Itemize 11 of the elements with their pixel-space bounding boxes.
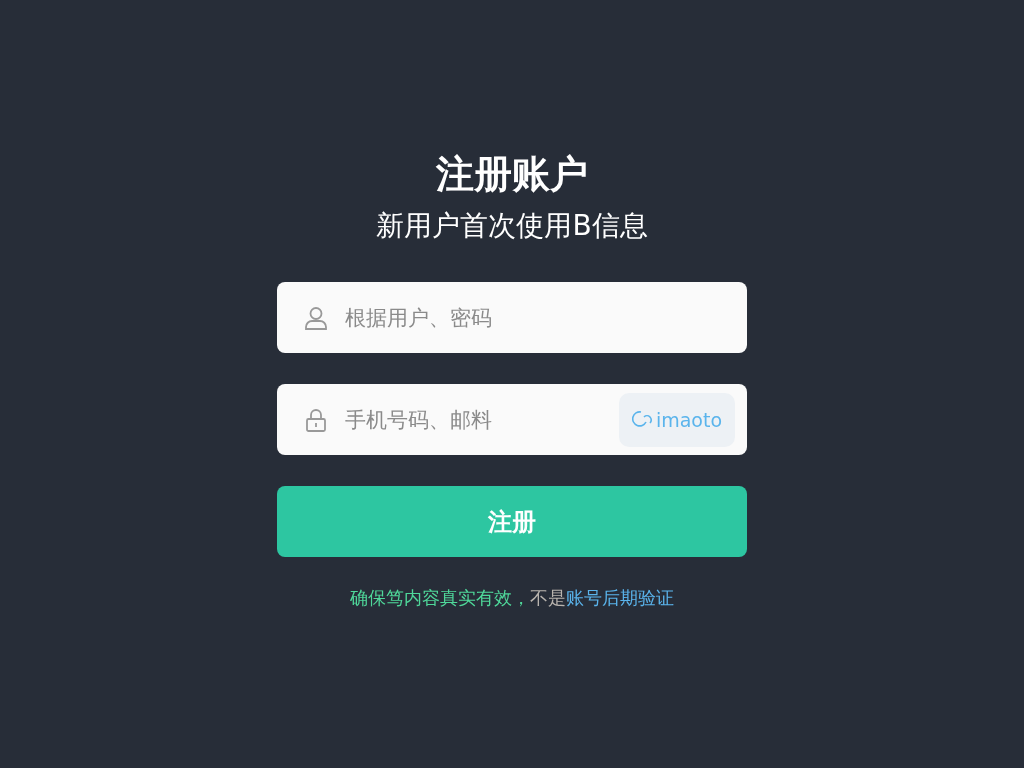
input-field[interactable]: 手机号码、邮料 imaoto <box>277 384 747 455</box>
page-subtitle: 新用户首次使用B信息 <box>376 208 648 244</box>
text-input[interactable]: 根据用户、密码 <box>343 304 735 331</box>
lock-icon <box>303 406 329 433</box>
register-button[interactable]: 注册 <box>277 486 747 557</box>
page-title: 注册账户 <box>436 151 588 198</box>
footer-note: 确保笃内容真实有效，不是账号后期验证 <box>350 586 674 610</box>
user-icon <box>303 304 329 331</box>
text-input[interactable]: 手机号码、邮料 <box>343 406 605 433</box>
captcha-button[interactable]: imaoto <box>619 392 735 447</box>
input-field[interactable]: 根据用户、密码 <box>277 282 747 353</box>
